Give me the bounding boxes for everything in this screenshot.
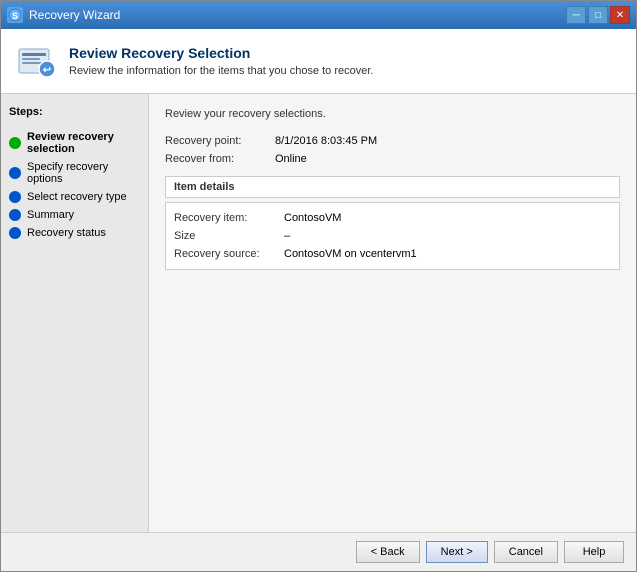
wizard-body: Steps: Review recovery selection Specify… [1, 94, 636, 532]
next-button[interactable]: Next > [426, 541, 488, 563]
step-dot-1 [9, 167, 21, 179]
back-button[interactable]: < Back [356, 541, 420, 563]
page-title: Review Recovery Selection [69, 45, 373, 61]
close-button[interactable]: ✕ [610, 6, 630, 24]
svg-text:↩: ↩ [43, 65, 52, 76]
window-title: Recovery Wizard [29, 8, 120, 22]
maximize-button[interactable]: □ [588, 6, 608, 24]
steps-title: Steps: [9, 106, 140, 118]
minimize-button[interactable]: ─ [566, 6, 586, 24]
step-label-4: Recovery status [27, 227, 106, 239]
recover-from-label: Recover from: [165, 153, 275, 165]
header-icon: ↩ [17, 41, 57, 81]
wizard-window: S Recovery Wizard ─ □ ✕ ↩ Review Recover… [0, 0, 637, 572]
info-table: Recovery point: 8/1/2016 8:03:45 PM Reco… [165, 132, 620, 168]
help-button[interactable]: Help [564, 541, 624, 563]
recovery-point-label: Recovery point: [165, 135, 275, 147]
step-label-3: Summary [27, 209, 74, 221]
title-controls: ─ □ ✕ [566, 6, 630, 24]
recovery-source-value: ContosoVM on vcentervm1 [284, 248, 417, 260]
page-subtitle: Review the information for the items tha… [69, 65, 373, 77]
step-item-0: Review recovery selection [9, 128, 140, 158]
recover-from-row: Recover from: Online [165, 150, 620, 168]
recovery-point-value: 8/1/2016 8:03:45 PM [275, 135, 377, 147]
recovery-item-label: Recovery item: [174, 212, 284, 224]
step-item-3: Summary [9, 206, 140, 224]
title-bar: S Recovery Wizard ─ □ ✕ [1, 1, 636, 29]
size-row: Size – [174, 227, 611, 245]
content-panel: Review your recovery selections. Recover… [149, 94, 636, 532]
size-label: Size [174, 230, 284, 242]
item-details-header: Item details [165, 176, 620, 198]
svg-text:S: S [12, 11, 18, 21]
item-details-box: Recovery item: ContosoVM Size – Recovery… [165, 202, 620, 270]
steps-panel: Steps: Review recovery selection Specify… [1, 94, 149, 532]
wizard-header-text: Review Recovery Selection Review the inf… [69, 45, 373, 77]
recovery-source-label: Recovery source: [174, 248, 284, 260]
recovery-item-row: Recovery item: ContosoVM [174, 209, 611, 227]
step-label-1: Specify recovery options [27, 161, 140, 185]
size-value: – [284, 230, 290, 242]
step-item-4: Recovery status [9, 224, 140, 242]
step-item-1: Specify recovery options [9, 158, 140, 188]
recovery-point-row: Recovery point: 8/1/2016 8:03:45 PM [165, 132, 620, 150]
step-dot-4 [9, 227, 21, 239]
step-label-2: Select recovery type [27, 191, 127, 203]
cancel-button[interactable]: Cancel [494, 541, 558, 563]
step-dot-3 [9, 209, 21, 221]
step-label-0: Review recovery selection [27, 131, 140, 155]
title-bar-left: S Recovery Wizard [7, 7, 120, 23]
wizard-header: ↩ Review Recovery Selection Review the i… [1, 29, 636, 94]
content-intro: Review your recovery selections. [165, 108, 620, 120]
wizard-footer: < Back Next > Cancel Help [1, 532, 636, 571]
step-dot-2 [9, 191, 21, 203]
step-dot-0 [9, 137, 21, 149]
recover-from-value: Online [275, 153, 307, 165]
recovery-item-value: ContosoVM [284, 212, 341, 224]
app-icon: S [7, 7, 23, 23]
recovery-source-row: Recovery source: ContosoVM on vcentervm1 [174, 245, 611, 263]
step-item-2: Select recovery type [9, 188, 140, 206]
